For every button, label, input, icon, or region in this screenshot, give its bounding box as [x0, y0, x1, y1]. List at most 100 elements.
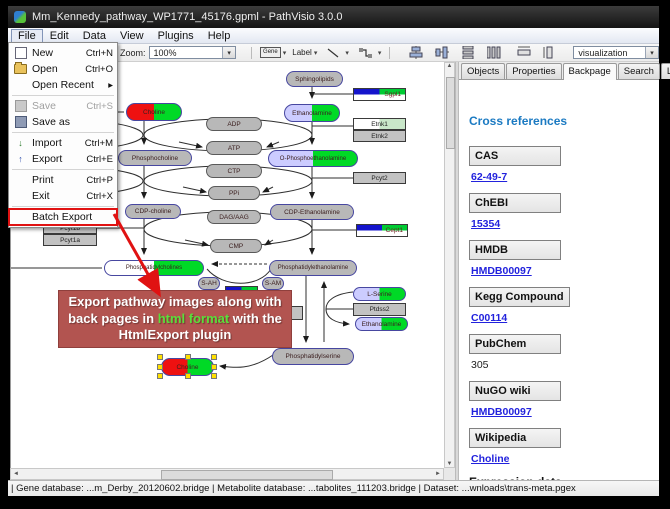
cmp-node[interactable]: CMP: [210, 239, 262, 253]
file-menu-item-open-recent[interactable]: Open Recent▸: [9, 77, 117, 93]
chevron-down-icon[interactable]: ▾: [314, 49, 318, 57]
phosphatidylcholines-node[interactable]: Phosphatidylcholines: [104, 260, 204, 276]
align-center-horizontal-icon[interactable]: [409, 46, 423, 59]
selection-handle[interactable]: [211, 354, 217, 360]
file-menu-item-open[interactable]: OpenCtrl+O: [9, 61, 117, 77]
chevron-down-icon[interactable]: ▾: [645, 47, 658, 58]
file-menu-shortcut: ▸: [108, 80, 113, 91]
tab-objects[interactable]: Objects: [461, 63, 505, 79]
menu-file[interactable]: File: [11, 29, 43, 43]
xref-link[interactable]: 15354: [471, 218, 651, 230]
phosphocholine-node[interactable]: Phosphocholine: [118, 150, 192, 166]
label-tool-button[interactable]: Label ▾: [292, 48, 317, 57]
ctp-node[interactable]: CTP: [206, 164, 262, 178]
xref-link[interactable]: Choline: [471, 453, 651, 465]
file-menu-shortcut: Ctrl+E: [86, 154, 113, 165]
selection-handle[interactable]: [157, 354, 163, 360]
l-serine-node[interactable]: L-Serine: [353, 287, 406, 301]
menu-help[interactable]: Help: [201, 29, 238, 43]
tab-backpage[interactable]: Backpage: [563, 63, 617, 80]
cept1-node[interactable]: Cept1: [356, 224, 408, 237]
common-width-icon[interactable]: [517, 46, 531, 59]
file-menu-item-label: Open Recent: [32, 79, 108, 91]
connector-tool-button[interactable]: ▾: [355, 47, 382, 59]
zoom-value: 100%: [154, 48, 177, 58]
s-ah-node[interactable]: S-AH: [198, 277, 220, 290]
scroll-down-icon[interactable]: ▼: [447, 461, 453, 467]
cdp-choline-node[interactable]: CDP-choline: [125, 204, 181, 219]
selection-handle[interactable]: [157, 373, 163, 379]
cdp-ethanolamine-node[interactable]: CDP-Ethanolamine: [270, 204, 354, 220]
xref-link[interactable]: HMDB00097: [471, 406, 651, 418]
gene-tool-button[interactable]: Gene ▾: [260, 47, 286, 58]
common-height-icon[interactable]: [543, 46, 557, 59]
align-center-vertical-icon[interactable]: [435, 46, 449, 59]
file-menu-item-import[interactable]: ↓ImportCtrl+M: [9, 135, 117, 151]
ppi-node[interactable]: PPi: [208, 186, 260, 200]
adp-node[interactable]: ADP: [206, 117, 262, 131]
zoom-combobox[interactable]: 100% ▾: [149, 46, 237, 59]
line-tool-button[interactable]: ▾: [323, 47, 349, 59]
xref-link[interactable]: C00114: [471, 312, 651, 324]
sphingolipids-node[interactable]: Sphingolipids: [286, 71, 343, 87]
sgpl1-node[interactable]: Sgpl1: [353, 88, 406, 101]
selection-handle[interactable]: [211, 364, 217, 370]
xref-link[interactable]: 62-49-7: [471, 171, 651, 183]
scroll-left-icon[interactable]: ◄: [13, 471, 19, 477]
menu-edit[interactable]: Edit: [43, 29, 76, 43]
chevron-down-icon[interactable]: ▾: [222, 47, 235, 58]
stack-vertical-icon[interactable]: [461, 46, 475, 59]
gene-label: Pcyt2: [371, 175, 387, 182]
xref-link[interactable]: HMDB00097: [471, 265, 651, 277]
ethanolamine-node[interactable]: Ethanolamine: [355, 317, 408, 331]
vertical-scrollbar[interactable]: ▲ ▼: [444, 62, 455, 468]
chevron-down-icon[interactable]: ▾: [283, 49, 287, 57]
file-menu-item-export[interactable]: ↑ExportCtrl+E: [9, 151, 117, 167]
phosphatidylserine-node[interactable]: Phosphatidylserine: [272, 348, 354, 365]
chevron-down-icon[interactable]: ▾: [345, 49, 349, 57]
ethanolamine-node[interactable]: Ethanolamine: [284, 104, 340, 122]
file-menu-item-exit[interactable]: ExitCtrl+X: [9, 188, 117, 204]
xref-title: HMDB: [469, 240, 561, 260]
selection-handle[interactable]: [211, 373, 217, 379]
menu-data[interactable]: Data: [76, 29, 113, 43]
gene-label: Etnk1: [371, 121, 388, 128]
menu-plugins[interactable]: Plugins: [151, 29, 201, 43]
save-as-icon: [12, 116, 29, 128]
choline-node[interactable]: Choline: [126, 103, 182, 121]
file-menu-item-batch-export[interactable]: Batch Export: [9, 209, 117, 225]
horizontal-scrollbar[interactable]: ◄ ►: [10, 468, 444, 480]
tab-legend[interactable]: Legend: [661, 63, 670, 79]
menu-view[interactable]: View: [113, 29, 151, 43]
xref-section-pubchem: PubChem305: [469, 334, 651, 371]
scroll-right-icon[interactable]: ►: [435, 471, 441, 477]
o-phosphoethanolamine-node[interactable]: O-Phosphoethanolamine: [268, 150, 358, 167]
selection-handle[interactable]: [185, 354, 191, 360]
horizontal-scroll-thumb[interactable]: [161, 470, 333, 480]
phosphatidylethanolamine-node[interactable]: Phosphatidylethanolamine: [269, 260, 357, 276]
stack-horizontal-icon[interactable]: [487, 46, 501, 59]
etnk2-node[interactable]: Etnk2: [353, 130, 406, 142]
ptdss2-node[interactable]: Ptdss2: [353, 303, 406, 316]
tab-search[interactable]: Search: [618, 63, 660, 79]
menu-separator: [12, 132, 114, 133]
file-menu-item-label: Exit: [32, 190, 86, 202]
vertical-scroll-thumb[interactable]: [446, 77, 455, 149]
file-menu-item-print[interactable]: PrintCtrl+P: [9, 172, 117, 188]
selection-handle[interactable]: [157, 364, 163, 370]
pcyt1a-node[interactable]: Pcyt1a: [43, 234, 97, 246]
selection-handle[interactable]: [185, 373, 191, 379]
chevron-down-icon[interactable]: ▾: [378, 49, 382, 57]
scroll-up-icon[interactable]: ▲: [447, 63, 453, 69]
annotation-callout: Export pathway images along with back pa…: [58, 290, 292, 348]
dag-aag-node[interactable]: DAG/AAG: [207, 210, 261, 224]
file-menu-item-label: Save as: [32, 116, 113, 128]
visualization-combobox[interactable]: visualization ▾: [573, 46, 659, 59]
etnk1-node[interactable]: Etnk1: [353, 118, 406, 130]
atp-node[interactable]: ATP: [206, 141, 262, 155]
pcyt2-node[interactable]: Pcyt2: [353, 172, 406, 184]
file-menu-item-save-as[interactable]: Save as: [9, 114, 117, 130]
s-am-node[interactable]: S-AM: [262, 277, 284, 290]
tab-properties[interactable]: Properties: [506, 63, 561, 79]
file-menu-item-new[interactable]: NewCtrl+N: [9, 45, 117, 61]
